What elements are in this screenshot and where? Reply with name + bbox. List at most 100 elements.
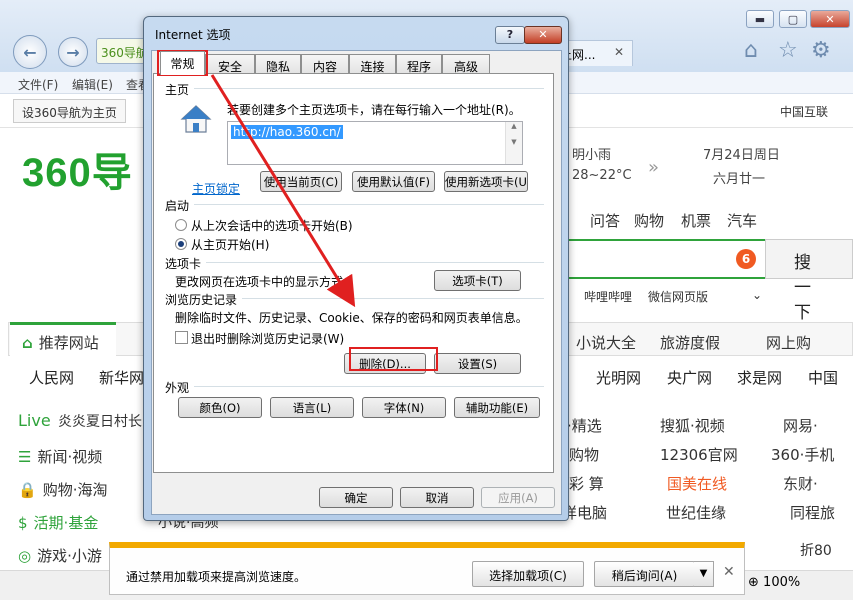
favorites-star-icon[interactable]: ☆ — [778, 38, 798, 63]
money-icon: $ — [18, 514, 28, 532]
side-item[interactable]: ☰ 新闻·视频 — [18, 446, 102, 467]
side-item-label: 游戏·小游 — [37, 547, 102, 565]
forward-button[interactable]: → — [58, 37, 88, 67]
side-item-label: 购物·海淘 — [42, 481, 108, 499]
grid-link[interactable]: 同程旅 — [790, 502, 835, 523]
quick-link[interactable]: 微信网页版 — [648, 288, 708, 305]
ok-button[interactable]: 确定 — [319, 487, 393, 508]
tabs-settings-button[interactable]: 选项卡(T) — [434, 270, 521, 291]
tab-security[interactable]: 安全 — [205, 54, 255, 74]
grid-link[interactable]: 购物 — [569, 444, 599, 465]
tab-advanced[interactable]: 高级 — [442, 54, 490, 74]
notification-bar: 通过禁用加载项来提高浏览速度。 选择加载项(C) 稍后询问(A) ▼ ✕ — [109, 542, 745, 595]
weather-chevron-icon[interactable]: » — [648, 157, 659, 178]
colors-button[interactable]: 颜色(O) — [178, 397, 262, 418]
search-input[interactable] — [560, 239, 765, 279]
side-item[interactable]: $ 活期·基金 — [18, 512, 98, 533]
use-current-button[interactable]: 使用当前页(C) — [260, 171, 342, 192]
site-nav-item[interactable]: 汽车 — [727, 210, 757, 231]
apply-button[interactable]: 应用(A) — [481, 487, 555, 508]
site-link[interactable]: 中国 — [808, 367, 838, 388]
menu-edit[interactable]: 编辑(E) — [72, 76, 113, 93]
cancel-button[interactable]: 取消 — [400, 487, 474, 508]
history-settings-button[interactable]: 设置(S) — [434, 353, 521, 374]
rec-tab-item[interactable]: 小说大全 — [576, 332, 636, 353]
menu-file[interactable]: 文件(F) — [18, 76, 58, 93]
game-icon: ◎ — [18, 547, 32, 565]
dialog-close-button[interactable]: ✕ — [524, 26, 562, 44]
tab-general[interactable]: 常规 — [160, 51, 205, 75]
side-item-label: 新闻·视频 — [37, 448, 103, 466]
delete-on-exit-checkbox[interactable] — [175, 331, 188, 344]
section-tabs-label: 选项卡 — [165, 255, 206, 272]
minimize-button[interactable]: ▬ — [746, 10, 774, 28]
search-button[interactable]: 搜一下 — [765, 239, 853, 323]
maximize-button[interactable]: ▢ — [779, 10, 807, 28]
side-item[interactable]: 🔒 购物·海淘 — [18, 479, 107, 500]
startup-homepage-radio[interactable] — [175, 238, 187, 250]
tab-content[interactable]: 内容 — [301, 54, 349, 74]
url-scrollbar[interactable]: ▲ ▼ — [505, 122, 522, 164]
homepage-url-input[interactable]: http://hao.360.cn/ ▲ ▼ — [227, 121, 523, 165]
notification-close-icon[interactable]: ✕ — [723, 564, 735, 580]
accessibility-button[interactable]: 辅助功能(E) — [454, 397, 540, 418]
homepage-locked-link[interactable]: 主页锁定 — [192, 180, 240, 197]
grid-link[interactable]: 折80 — [800, 540, 832, 560]
languages-button[interactable]: 语言(L) — [270, 397, 354, 418]
site-nav-item[interactable]: 购物 — [634, 210, 664, 231]
site-nav-item[interactable]: 机票 — [681, 210, 711, 231]
tab-connections[interactable]: 连接 — [349, 54, 396, 74]
grid-link[interactable]: 搜狐·视频 — [660, 415, 725, 436]
fav-right-link[interactable]: 中国互联 — [780, 103, 828, 120]
live-label: Live — [18, 411, 51, 430]
use-new-tab-button[interactable]: 使用新选项卡(U) — [444, 171, 528, 192]
back-arrow-icon: ← — [23, 42, 37, 62]
grid-link[interactable]: 12306官网 — [660, 444, 738, 465]
grid-link[interactable]: 国美在线 — [667, 473, 727, 494]
use-default-button[interactable]: 使用默认值(F) — [352, 171, 435, 192]
tab-privacy[interactable]: 隐私 — [255, 54, 301, 74]
rec-tab-item[interactable]: 网上购 — [766, 332, 811, 353]
tab-recommended-sites[interactable]: ⌂ 推荐网站 — [10, 322, 116, 358]
grid-link[interactable]: 360·手机 — [771, 444, 834, 465]
chevron-down-icon[interactable]: ⌄ — [752, 288, 762, 302]
home-icon[interactable]: ⌂ — [744, 38, 758, 63]
section-divider — [206, 262, 544, 263]
side-item[interactable]: ◎ 游戏·小游 — [18, 545, 102, 566]
gear-icon[interactable]: ⚙ — [811, 38, 831, 63]
site-link[interactable]: 新华网 — [99, 367, 144, 388]
site-nav-item[interactable]: 问答 — [590, 210, 620, 231]
address-bar[interactable]: 360导航 — [96, 38, 146, 64]
fonts-button[interactable]: 字体(N) — [362, 397, 446, 418]
section-appearance-label: 外观 — [165, 379, 194, 396]
help-button[interactable]: ? — [495, 26, 525, 44]
site-link[interactable]: 光明网 — [596, 367, 641, 388]
highlight-delete-button — [349, 347, 438, 371]
weather-city: 明小雨 — [572, 148, 612, 163]
choose-addons-button[interactable]: 选择加载项(C) — [472, 561, 584, 587]
quick-link[interactable]: 哔哩哔哩 — [584, 288, 632, 305]
zoom-level[interactable]: ⊕ 100% — [748, 575, 800, 590]
site-link[interactable]: 央广网 — [667, 367, 712, 388]
window-close-button[interactable]: ✕ — [810, 10, 850, 28]
section-startup-label: 启动 — [165, 197, 194, 214]
grid-link[interactable]: 东财· — [783, 473, 818, 494]
close-tab-icon[interactable]: ✕ — [614, 45, 624, 59]
forward-arrow-icon: → — [66, 42, 80, 62]
tab-programs[interactable]: 程序 — [396, 54, 442, 74]
live-headline[interactable]: 炎炎夏日村长 — [58, 411, 142, 431]
ask-later-dropdown-icon[interactable]: ▼ — [694, 561, 714, 587]
grid-link[interactable]: 世纪佳缘 — [666, 502, 726, 523]
grid-link[interactable]: 彩 算 — [569, 473, 604, 494]
grid-link[interactable]: ·精选 — [567, 415, 602, 436]
set-homepage-button[interactable]: 设360导航为主页 — [13, 99, 126, 123]
startup-last-session-radio[interactable] — [175, 219, 187, 231]
grid-link[interactable]: 网易· — [783, 415, 818, 436]
site-logo[interactable]: 360导 — [22, 140, 133, 198]
search-badge: 6 — [736, 249, 756, 269]
site-link[interactable]: 人民网 — [29, 367, 74, 388]
back-button[interactable]: ← — [13, 35, 47, 69]
site-link[interactable]: 求是网 — [737, 367, 782, 388]
rec-tab-item[interactable]: 旅游度假 — [660, 332, 720, 353]
ask-later-button[interactable]: 稍后询问(A) — [594, 561, 695, 587]
